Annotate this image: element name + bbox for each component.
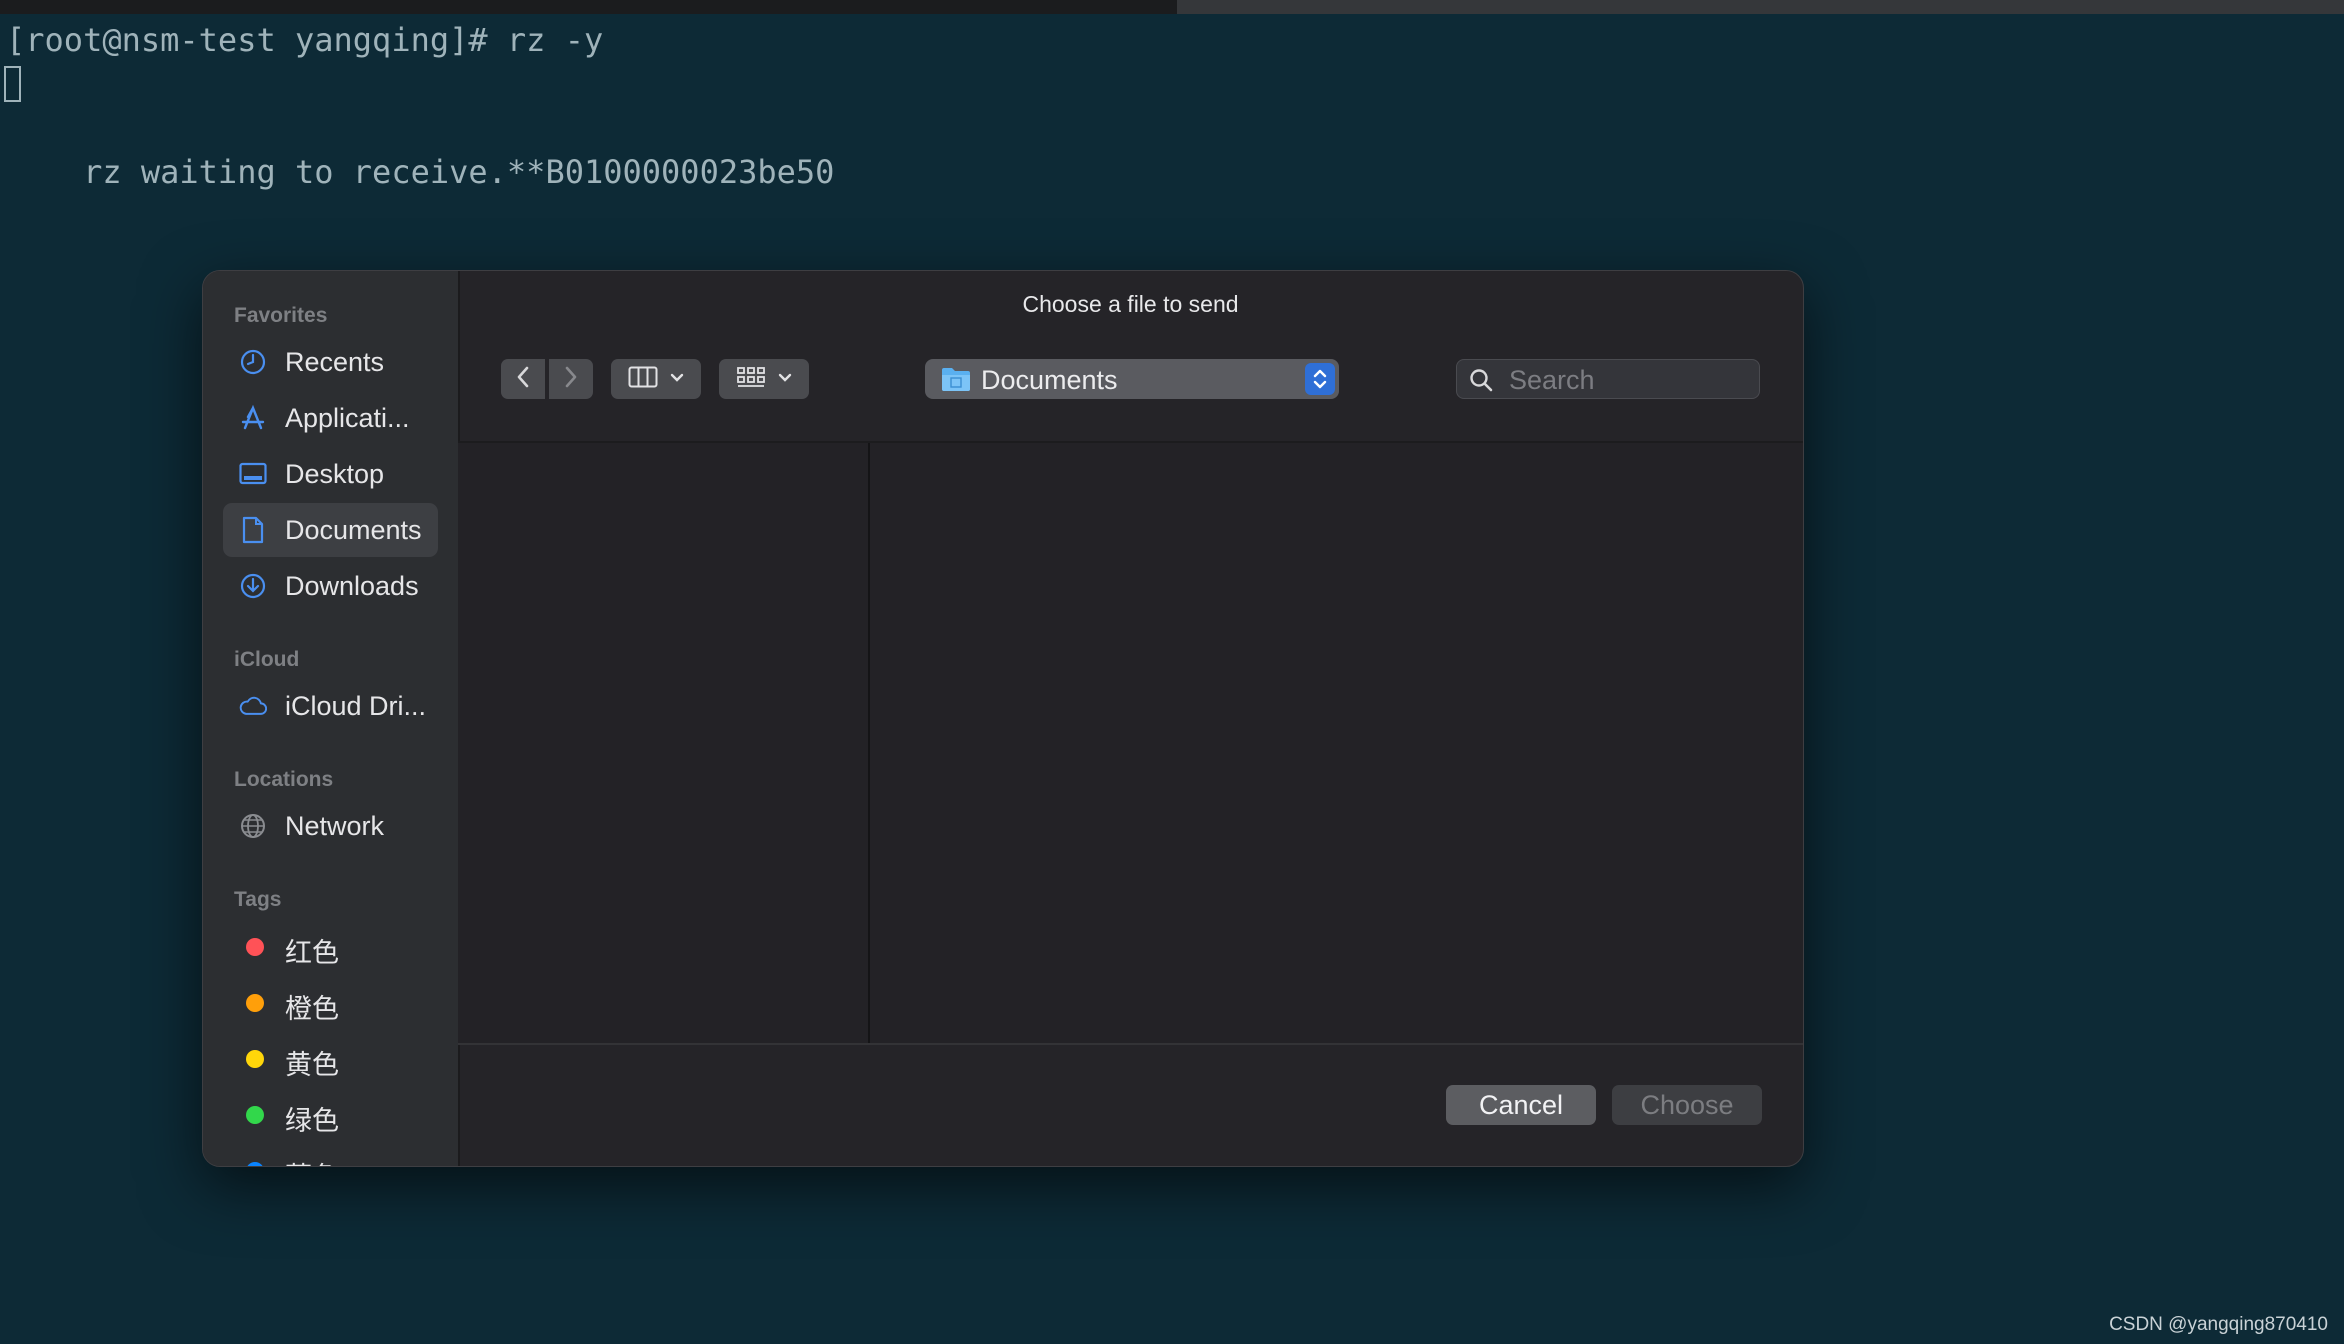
sidebar-item-applications[interactable]: Applicati... [223, 391, 438, 445]
search-input[interactable] [1507, 362, 1751, 398]
sidebar-section-tags: Tags [234, 888, 282, 911]
sidebar-item-recents[interactable]: Recents [223, 335, 438, 389]
chevron-right-icon [564, 366, 578, 393]
sidebar-item-label: 蓝色 [285, 1155, 339, 1166]
dialog-title: Choose a file to send [1022, 291, 1239, 317]
terminal-cursor [4, 66, 21, 102]
sidebar-item-label: Downloads [285, 571, 419, 601]
location-label: Documents [981, 365, 1118, 395]
folder-icon [941, 366, 971, 397]
cancel-button[interactable]: Cancel [1446, 1085, 1596, 1125]
terminal-tab-right[interactable] [1177, 0, 2344, 14]
location-popup[interactable]: Documents [925, 359, 1339, 399]
tag-color-dot [246, 1106, 264, 1124]
terminal-line-2-text: rz waiting to receive.**B0100000023be50 [83, 153, 835, 191]
terminal-line-1: [root@nsm-test yangqing]# rz -y [6, 21, 604, 59]
sidebar-item-documents[interactable]: Documents [223, 503, 438, 557]
sidebar: Favorites Recents Applicati... Desktop D… [203, 271, 460, 1166]
sidebar-tag-orange[interactable]: 橙色 [223, 975, 438, 1029]
chevron-left-icon [516, 366, 530, 393]
sidebar-item-downloads[interactable]: Downloads [223, 559, 438, 613]
grid-icon [736, 366, 766, 393]
sidebar-tag-blue[interactable]: 蓝色 [223, 1143, 438, 1166]
search-field[interactable] [1456, 359, 1760, 399]
search-icon [1469, 368, 1493, 397]
sidebar-item-label: iCloud Dri... [285, 691, 427, 721]
desktop-icon [239, 460, 267, 488]
sidebar-item-label: 绿色 [285, 1106, 339, 1136]
clock-icon [239, 348, 267, 376]
sidebar-item-icloud-drive[interactable]: iCloud Dri... [223, 679, 438, 733]
tag-color-dot [246, 1050, 264, 1068]
view-mode-button[interactable] [611, 359, 701, 399]
choose-button[interactable]: Choose [1612, 1085, 1762, 1125]
sidebar-item-label: Network [285, 811, 385, 841]
sidebar-section-icloud: iCloud [234, 648, 300, 671]
terminal-tab-strip [0, 0, 2344, 14]
chevron-down-icon [778, 370, 792, 388]
sidebar-item-desktop[interactable]: Desktop [223, 447, 438, 501]
sidebar-item-label: 红色 [285, 938, 339, 968]
download-icon [239, 572, 267, 600]
sidebar-tag-red[interactable]: 红色 [223, 919, 438, 973]
footer-divider [458, 1043, 1803, 1045]
globe-icon [239, 812, 267, 840]
cloud-icon [239, 692, 267, 720]
columns-view-icon [628, 366, 658, 393]
sidebar-item-label: Applicati... [285, 403, 410, 433]
sidebar-item-label: Recents [285, 347, 385, 377]
sidebar-item-network[interactable]: Network [223, 799, 438, 853]
forward-button[interactable] [549, 359, 593, 399]
sidebar-section-favorites: Favorites [234, 304, 328, 327]
applications-icon [239, 404, 267, 432]
document-icon [239, 516, 267, 544]
group-button[interactable] [719, 359, 809, 399]
sidebar-item-label: 橙色 [285, 994, 339, 1024]
terminal-line-2: rz waiting to receive.**B0100000023be50 [0, 62, 2344, 238]
sidebar-tag-green[interactable]: 绿色 [223, 1087, 438, 1141]
tag-color-dot [246, 1162, 264, 1166]
sidebar-section-locations: Locations [234, 768, 334, 791]
sidebar-tag-yellow[interactable]: 黄色 [223, 1031, 438, 1085]
watermark: CSDN @yangqing870410 [2109, 1314, 2328, 1335]
popup-stepper-icon [1305, 363, 1335, 395]
sidebar-item-label: 黄色 [285, 1050, 339, 1080]
tag-color-dot [246, 938, 264, 956]
chevron-down-icon [670, 370, 684, 388]
file-browser[interactable] [458, 443, 1803, 1043]
back-button[interactable] [501, 359, 545, 399]
sidebar-item-label: Desktop [285, 459, 385, 489]
column-divider[interactable] [868, 443, 870, 1043]
tag-color-dot [246, 994, 264, 1012]
terminal-output: [root@nsm-test yangqing]# rz -y rz waiti… [0, 18, 2344, 238]
file-chooser-dialog: Favorites Recents Applicati... Desktop D… [202, 270, 1804, 1167]
sidebar-item-label: Documents [285, 515, 422, 545]
